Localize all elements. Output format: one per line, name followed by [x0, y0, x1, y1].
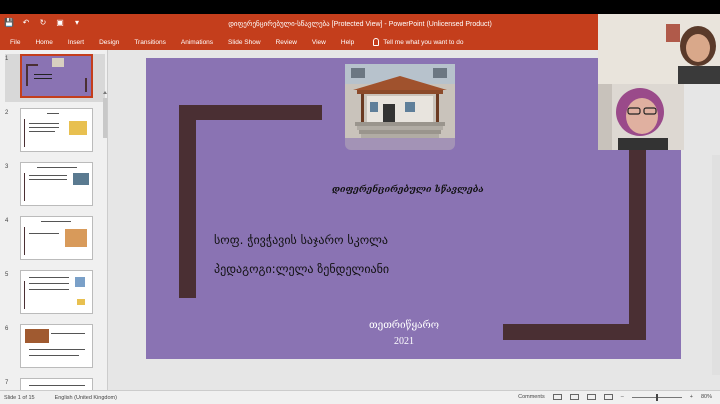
slide-thumbnail-3[interactable]: 3 — [5, 162, 105, 210]
thumbnail-image — [20, 324, 93, 368]
screen-share-scrollbar[interactable] — [712, 155, 720, 375]
normal-view-icon[interactable] — [552, 394, 562, 400]
thumbnail-number: 4 — [5, 218, 9, 224]
slide-thumbnail-7[interactable]: 7 — [5, 378, 105, 390]
zoom-slider[interactable] — [631, 393, 682, 401]
tell-me-box[interactable]: Tell me what you want to do — [373, 38, 463, 46]
frame-top-bar — [179, 105, 322, 120]
zoom-in-icon[interactable]: + — [690, 394, 693, 400]
thumbnail-image — [20, 270, 93, 314]
slide-subtitle: დიფერენცირებული სწავლება — [332, 185, 484, 195]
tell-me-text: Tell me what you want to do — [383, 38, 464, 46]
thumbnail-image — [20, 108, 93, 152]
reading-view-icon[interactable] — [586, 394, 596, 400]
tab-home[interactable]: Home — [35, 39, 52, 46]
thumbnail-image — [20, 54, 93, 98]
tab-transitions[interactable]: Transitions — [134, 39, 166, 46]
slideshow-view-icon[interactable] — [603, 394, 613, 400]
tab-review[interactable]: Review — [276, 39, 297, 46]
slide-sorter-icon[interactable] — [569, 394, 579, 400]
slide-thumbnail-1[interactable]: 1 — [5, 54, 105, 102]
tab-view[interactable]: View — [312, 39, 326, 46]
year: 2021 — [394, 336, 414, 347]
comments-button[interactable]: Comments — [518, 394, 545, 400]
tab-file[interactable]: File — [10, 39, 20, 46]
frame-right-bar — [629, 136, 646, 340]
school-name: სოფ. ჭივჭავის საჯარო სკოლა — [214, 233, 389, 247]
thumbnail-image — [20, 216, 93, 260]
thumbnail-number: 3 — [5, 164, 9, 170]
thumbnail-image — [20, 162, 93, 206]
thumbnail-number: 6 — [5, 326, 9, 332]
city-name: თეთრიწყარო — [368, 320, 440, 331]
tab-help[interactable]: Help — [341, 39, 354, 46]
participant-1-avatar — [598, 14, 720, 84]
status-bar: Slide 1 of 15 English (United Kingdom) C… — [0, 390, 720, 404]
tab-design[interactable]: Design — [99, 39, 119, 46]
thumbnail-number: 5 — [5, 272, 9, 278]
thumbnail-number: 7 — [5, 380, 9, 386]
participant-video-1 — [598, 14, 720, 84]
slide-thumbnail-4[interactable]: 4 — [5, 216, 105, 264]
thumbnail-number: 2 — [5, 110, 9, 116]
lightbulb-icon — [373, 38, 380, 46]
slide-thumbnail-pane: 1 2 3 4 5 6 7 — [0, 50, 108, 390]
tab-insert[interactable]: Insert — [68, 39, 84, 46]
teacher-name: პედაგოგი:ლელა ზენდელიანი — [214, 262, 390, 276]
slide-thumbnail-6[interactable]: 6 — [5, 324, 105, 372]
zoom-level[interactable]: 80% — [701, 394, 712, 400]
tab-animations[interactable]: Animations — [181, 39, 213, 46]
status-right-controls: Comments – + 80% — [518, 393, 712, 401]
participant-2-avatar — [598, 84, 684, 150]
frame-left-bar — [179, 105, 196, 298]
thumbnail-number: 1 — [5, 56, 9, 62]
slide-thumbnail-2[interactable]: 2 — [5, 108, 105, 156]
zoom-out-icon[interactable]: – — [621, 394, 624, 400]
slide-thumbnail-5[interactable]: 5 — [5, 270, 105, 318]
language-indicator[interactable]: English (United Kingdom) — [55, 395, 117, 401]
frame-bottom-bar — [503, 324, 646, 340]
school-building-photo — [345, 64, 455, 150]
tab-slide-show[interactable]: Slide Show — [228, 39, 261, 46]
slide-info: Slide 1 of 15 — [4, 394, 35, 401]
participant-video-2 — [598, 84, 684, 150]
thumbnail-image — [20, 378, 93, 390]
